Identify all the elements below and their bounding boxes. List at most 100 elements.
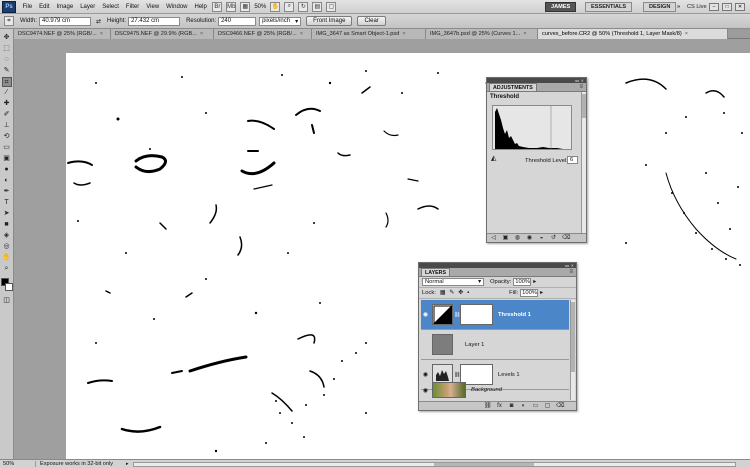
tab-dsc9474[interactable]: DSC9474.NEF @ 25% (RGB/... × [14, 29, 111, 39]
lasso-tool-icon[interactable]: ◌ [2, 55, 12, 65]
dodge-tool-icon[interactable]: ◐ [2, 176, 12, 186]
3d-orbit-tool-icon[interactable]: ◎ [2, 242, 12, 252]
tab-img3647b[interactable]: IMG_3647b.psd @ 25% (Curves 1... × [426, 29, 538, 39]
new-group-icon[interactable]: ▭ [532, 403, 539, 410]
tab-adjustments[interactable]: ADJUSTMENTS [489, 83, 537, 91]
gradient-tool-icon[interactable]: ▣ [2, 154, 12, 164]
3d-rotate-tool-icon[interactable]: ◈ [2, 231, 12, 241]
visibility-icon[interactable]: ◉ [526, 235, 533, 242]
zoom-tool-icon[interactable]: ⌕ [2, 264, 12, 274]
expanded-view-icon[interactable]: ▣ [502, 235, 509, 242]
quick-selection-tool-icon[interactable]: ✎ [2, 66, 12, 76]
return-to-list-icon[interactable]: ◁ [490, 235, 497, 242]
healing-brush-tool-icon[interactable]: ✚ [2, 99, 12, 109]
cs-live-button[interactable]: CS Live [687, 2, 707, 12]
new-adjustment-layer-icon[interactable]: ◐ [520, 403, 527, 410]
more-workspaces-icon[interactable]: » [677, 2, 680, 12]
menu-select[interactable]: Select [99, 4, 123, 10]
close-tab-icon[interactable]: × [300, 31, 303, 37]
eraser-tool-icon[interactable]: ▭ [2, 143, 12, 153]
eye-icon[interactable]: ◉ [421, 371, 430, 378]
resolution-unit-select[interactable]: pixels/inch ▾ [259, 16, 302, 26]
layer-threshold-1[interactable]: ◉ ⛓ Threshold 1 [421, 300, 569, 330]
maximize-icon[interactable]: □ [722, 3, 732, 11]
width-field[interactable]: 40.979 cm [39, 16, 92, 26]
eye-icon[interactable]: ◉ [421, 311, 430, 318]
workspace-design[interactable]: DESIGN [643, 2, 677, 12]
workspace-james[interactable]: JAMES [545, 2, 577, 12]
rotate-view-icon[interactable]: ↻ [298, 1, 309, 12]
close-tab-icon[interactable]: × [685, 31, 688, 37]
tab-img3647-smart[interactable]: IMG_3647 as Smart Object-1.psd × [312, 29, 426, 39]
mini-bridge-icon[interactable]: Mb [226, 1, 237, 12]
add-mask-icon[interactable]: ◙ [508, 403, 515, 410]
clip-to-layer-icon[interactable]: ◍ [514, 235, 521, 242]
tab-layers[interactable]: LAYERS [421, 268, 450, 276]
history-brush-tool-icon[interactable]: ⟲ [2, 132, 12, 142]
close-tab-icon[interactable]: × [200, 31, 203, 37]
shape-tool-icon[interactable]: ■ [2, 220, 12, 230]
chevron-right-icon[interactable]: ▸ [540, 290, 543, 296]
opacity-field[interactable]: 100% [513, 278, 532, 286]
eye-icon[interactable]: ◉ [421, 387, 430, 394]
hand-tool-icon[interactable]: ✋ [270, 1, 281, 12]
zoom-level[interactable]: 50% [254, 4, 266, 10]
delete-adjustment-icon[interactable]: ⌫ [562, 235, 570, 242]
link-layers-icon[interactable]: ⛓ [484, 403, 492, 410]
pen-tool-icon[interactable]: ✒ [2, 187, 12, 197]
quick-mask-icon[interactable]: ◫ [2, 296, 12, 306]
hand-tool-icon[interactable]: ✋ [2, 253, 12, 263]
threshold-slider-icon[interactable]: ◭ [491, 154, 499, 162]
path-selection-tool-icon[interactable]: ➤ [2, 209, 12, 219]
collapse-icon[interactable]: ◂◂ [565, 263, 569, 268]
panel-menu-icon[interactable]: ≡ [569, 268, 573, 276]
lock-all-icon[interactable]: ▪ [467, 290, 469, 296]
tab-dsc9475[interactable]: DSC9475.NEF @ 29.9% (RGB... × [111, 29, 214, 39]
guides-icon[interactable]: ▦ [240, 1, 251, 12]
move-tool-icon[interactable]: ✥ [2, 33, 12, 43]
clone-stamp-tool-icon[interactable]: ⊥ [2, 121, 12, 131]
adjustments-scrollbar[interactable] [581, 92, 586, 233]
bridge-icon[interactable]: Br [212, 1, 223, 12]
height-field[interactable]: 27.432 cm [128, 16, 181, 26]
close-tab-icon[interactable]: × [100, 31, 103, 37]
chain-link-icon[interactable]: ⛓ [454, 312, 460, 318]
resolution-field[interactable]: 240 [218, 16, 257, 26]
minimize-icon[interactable]: – [709, 3, 719, 11]
menu-view[interactable]: View [143, 4, 163, 10]
swap-icon[interactable]: ⇄ [96, 18, 101, 25]
lock-position-icon[interactable]: ✥ [458, 290, 463, 296]
crop-tool-icon[interactable]: ⌗ [1, 76, 12, 87]
scrollbar-thumb[interactable] [582, 94, 586, 118]
scrollbar-thumb[interactable] [434, 462, 535, 466]
background-color-swatch[interactable] [4, 283, 13, 291]
brush-tool-icon[interactable]: ✐ [2, 110, 12, 120]
layer-style-icon[interactable]: fx [496, 403, 503, 410]
eyedropper-tool-icon[interactable]: ⁄ [2, 88, 12, 98]
blur-tool-icon[interactable]: ● [2, 165, 12, 175]
new-layer-icon[interactable]: ▢ [544, 403, 551, 410]
blend-mode-select[interactable]: Normal ▾ [422, 278, 484, 286]
type-tool-icon[interactable]: T [2, 198, 12, 208]
front-image-button[interactable]: Front Image [306, 16, 353, 26]
menu-window[interactable]: Window [163, 4, 191, 10]
fill-field[interactable]: 100% [520, 289, 539, 297]
close-tab-icon[interactable]: × [523, 31, 526, 37]
layer-mask-thumbnail[interactable] [460, 304, 493, 325]
delete-layer-icon[interactable]: ⌫ [556, 403, 564, 410]
layer-background[interactable]: ◉ Background [421, 380, 569, 400]
chevron-right-icon[interactable]: ▸ [533, 279, 536, 285]
layer-layer-1[interactable]: Layer 1 [421, 330, 569, 360]
collapse-icon[interactable]: ◂◂ [575, 78, 579, 83]
status-zoom-field[interactable]: 50% [0, 461, 36, 467]
status-menu-arrow-icon[interactable]: ▸ [126, 461, 129, 467]
reset-icon[interactable]: ↺ [550, 235, 557, 242]
menu-filter[interactable]: Filter [122, 4, 142, 10]
arrange-documents-icon[interactable]: ▤ [312, 1, 323, 12]
menu-file[interactable]: File [19, 4, 36, 10]
threshold-level-field[interactable]: 6 [567, 156, 578, 164]
menu-layer[interactable]: Layer [77, 4, 99, 10]
marquee-tool-icon[interactable]: ⬚ [2, 44, 12, 54]
workspace-essentials[interactable]: ESSENTIALS [585, 2, 633, 12]
tab-curves-before[interactable]: curves_before.CR2 @ 50% (Threshold 1, La… [538, 29, 728, 39]
